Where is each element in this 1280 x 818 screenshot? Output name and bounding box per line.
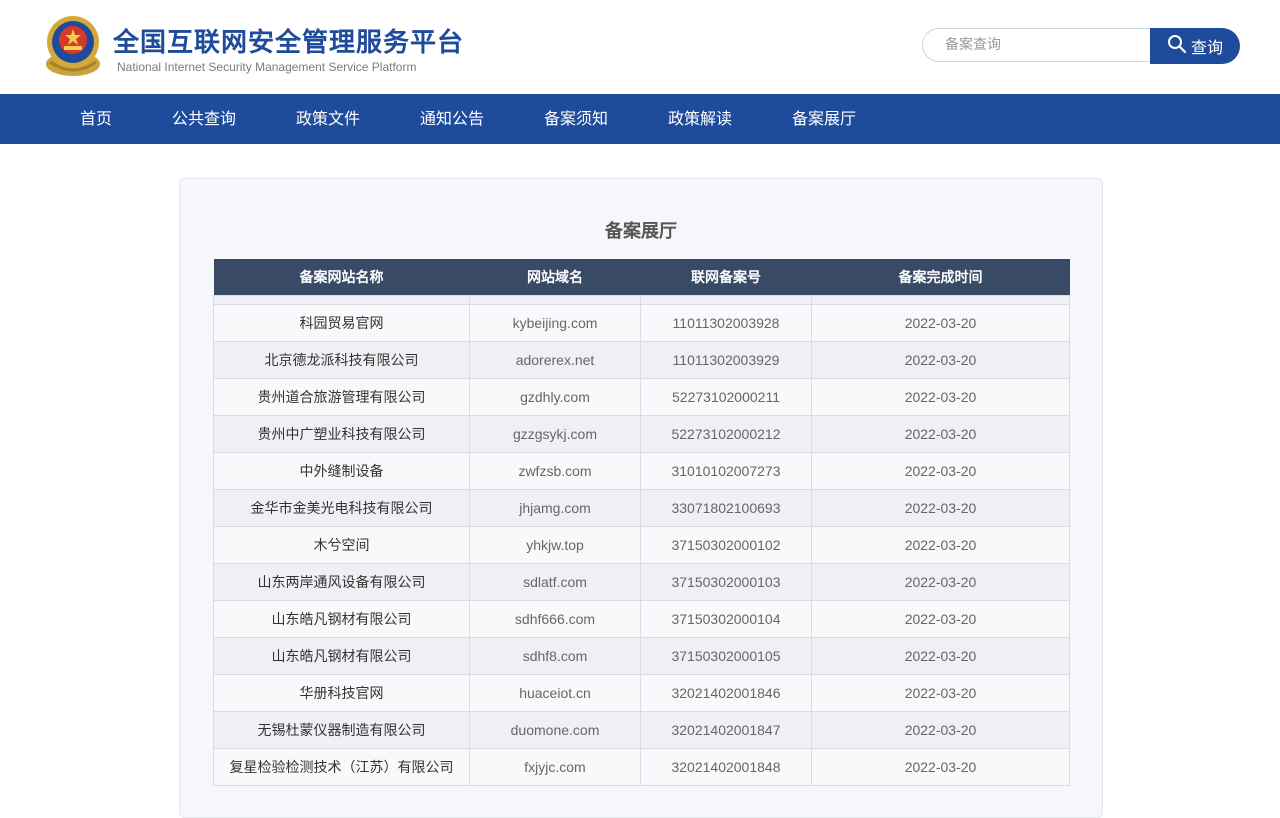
main-nav: 首页 公共查询 政策文件 通知公告 备案须知 政策解读 备案展厅 [0, 94, 1280, 144]
cell-domain: gzdhly.com [469, 378, 641, 416]
cell-site-name: 贵州中广塑业科技有限公司 [213, 415, 470, 453]
cell-domain: sdhf666.com [469, 600, 641, 638]
nav-item-filing-showcase[interactable]: 备案展厅 [792, 94, 856, 144]
cell-icp-number: 37150302000103 [640, 563, 812, 601]
cell-icp-number: 37150302000104 [640, 600, 812, 638]
table-row: 木兮空间 yhkjw.top 37150302000102 2022-03-20 [213, 526, 1070, 564]
cell-site-name: 贵州道合旅游管理有限公司 [213, 378, 470, 416]
showcase-table: 备案网站名称 网站域名 联网备案号 备案完成时间 科园贸易官网 kybeijing… [213, 259, 1070, 786]
cell-domain: jhjamg.com [469, 489, 641, 527]
cell-domain: huaceiot.cn [469, 674, 641, 712]
cell-filing-date: 2022-03-20 [811, 600, 1070, 638]
police-emblem-icon [44, 14, 102, 78]
cell-icp-number: 11011302003928 [640, 304, 812, 342]
cell-filing-date: 2022-03-20 [811, 489, 1070, 527]
column-header-site-name: 备案网站名称 [213, 259, 470, 296]
cell-icp-number: 32021402001847 [640, 711, 812, 749]
cell-filing-date: 2022-03-20 [811, 674, 1070, 712]
cell-domain: gzzgsykj.com [469, 415, 641, 453]
cell-site-name: 山东两岸通风设备有限公司 [213, 563, 470, 601]
site-header: 全国互联网安全管理服务平台 National Internet Security… [0, 0, 1280, 94]
cell-site-name: 北京德龙派科技有限公司 [213, 341, 470, 379]
page-title: 备案展厅 [605, 221, 677, 242]
nav-item-policy-docs[interactable]: 政策文件 [296, 94, 360, 144]
table-row: 金华市金美光电科技有限公司 jhjamg.com 33071802100693 202… [213, 489, 1070, 527]
cell-filing-date: 2022-03-20 [811, 748, 1070, 786]
table-row: 贵州道合旅游管理有限公司 gzdhly.com 52273102000211 2022… [213, 378, 1070, 416]
cell-site-name: 中外缝制设备 [213, 452, 470, 490]
table-row: 中外缝制设备 zwfzsb.com 31010102007273 2022-03-20 [213, 452, 1070, 490]
cell-icp-number: 37150302000105 [640, 637, 812, 675]
cell-domain: fxjyjc.com [469, 748, 641, 786]
table-row: 山东皓凡钢材有限公司 sdhf666.com 37150302000104 2022-… [213, 600, 1070, 638]
cell-icp-number: 11011302003929 [640, 341, 812, 379]
table-header-row: 备案网站名称 网站域名 联网备案号 备案完成时间 [213, 259, 1070, 296]
cell-filing-date: 2022-03-20 [811, 637, 1070, 675]
cell-site-name: 无锡杜蒙仪器制造有限公司 [213, 711, 470, 749]
search-button[interactable]: 查询 [1150, 28, 1240, 64]
cell-domain: sdlatf.com [469, 563, 641, 601]
table-row: 华册科技官网 huaceiot.cn 32021402001846 2022-03-2… [213, 674, 1070, 712]
cell-domain: zwfzsb.com [469, 452, 641, 490]
cell-icp-number: 52273102000212 [640, 415, 812, 453]
showcase-panel: 备案展厅 备案网站名称 网站域名 联网备案号 备案完成时间 科园贸易官网 kybe… [179, 178, 1103, 818]
site-subtitle: National Internet Security Management Se… [117, 60, 417, 74]
cell-icp-number: 31010102007273 [640, 452, 812, 490]
table-row: 贵州中广塑业科技有限公司 gzzgsykj.com 52273102000212 20… [213, 415, 1070, 453]
cell-icp-number: 32021402001846 [640, 674, 812, 712]
column-header-icp-number: 联网备案号 [640, 259, 812, 296]
table-row: 北京德龙派科技有限公司 adorerex.net 11011302003929 202… [213, 341, 1070, 379]
search-icon [1167, 34, 1187, 58]
cell-site-name: 木兮空间 [213, 526, 470, 564]
cell-filing-date: 2022-03-20 [811, 563, 1070, 601]
cell-site-name: 金华市金美光电科技有限公司 [213, 489, 470, 527]
cell-domain: sdhf8.com [469, 637, 641, 675]
cell-site-name: 华册科技官网 [213, 674, 470, 712]
site-title: 全国互联网安全管理服务平台 [113, 28, 465, 58]
cell-icp-number: 32021402001848 [640, 748, 812, 786]
cell-domain: adorerex.net [469, 341, 641, 379]
showcase-table-wrap[interactable]: 备案网站名称 网站域名 联网备案号 备案完成时间 科园贸易官网 kybeijing… [213, 259, 1070, 786]
table-row: 山东皓凡钢材有限公司 sdhf8.com 37150302000105 2022-03… [213, 637, 1070, 675]
table-row: 无锡杜蒙仪器制造有限公司 duomone.com 32021402001847 202… [213, 711, 1070, 749]
cell-site-name: 复星检验检测技术（江苏）有限公司 [213, 748, 470, 786]
search-box: 查询 [922, 28, 1240, 64]
column-header-filing-date: 备案完成时间 [811, 259, 1070, 296]
table-body: 科园贸易官网 kybeijing.com 11011302003928 2022-03… [213, 295, 1070, 786]
cell-icp-number: 52273102000211 [640, 378, 812, 416]
cell-domain: yhkjw.top [469, 526, 641, 564]
table-row: 复星检验检测技术（江苏）有限公司 fxjyjc.com 32021402001848… [213, 748, 1070, 786]
cell-filing-date: 2022-03-20 [811, 526, 1070, 564]
cell-site-name: 山东皓凡钢材有限公司 [213, 637, 470, 675]
cell-icp-number: 33071802100693 [640, 489, 812, 527]
search-input[interactable] [922, 28, 1150, 62]
cell-filing-date: 2022-03-20 [811, 711, 1070, 749]
nav-item-public-query[interactable]: 公共查询 [172, 94, 236, 144]
nav-item-notices[interactable]: 通知公告 [420, 94, 484, 144]
cell-filing-date: 2022-03-20 [811, 304, 1070, 342]
nav-item-policy-interpretation[interactable]: 政策解读 [668, 94, 732, 144]
cell-filing-date: 2022-03-20 [811, 341, 1070, 379]
cell-site-name: 科园贸易官网 [213, 304, 470, 342]
column-header-domain: 网站域名 [469, 259, 641, 296]
cell-site-name: 山东皓凡钢材有限公司 [213, 600, 470, 638]
search-button-label: 查询 [1190, 38, 1223, 57]
cell-domain: kybeijing.com [469, 304, 641, 342]
cell-icp-number: 37150302000102 [640, 526, 812, 564]
table-row: 山东两岸通风设备有限公司 sdlatf.com 37150302000103 2022… [213, 563, 1070, 601]
cell-filing-date: 2022-03-20 [811, 415, 1070, 453]
cell-domain: duomone.com [469, 711, 641, 749]
nav-item-home[interactable]: 首页 [80, 94, 112, 144]
nav-item-filing-guide[interactable]: 备案须知 [544, 94, 608, 144]
table-row-partial [213, 295, 1070, 305]
cell-filing-date: 2022-03-20 [811, 378, 1070, 416]
cell-filing-date: 2022-03-20 [811, 452, 1070, 490]
table-row: 科园贸易官网 kybeijing.com 11011302003928 2022-03… [213, 304, 1070, 342]
